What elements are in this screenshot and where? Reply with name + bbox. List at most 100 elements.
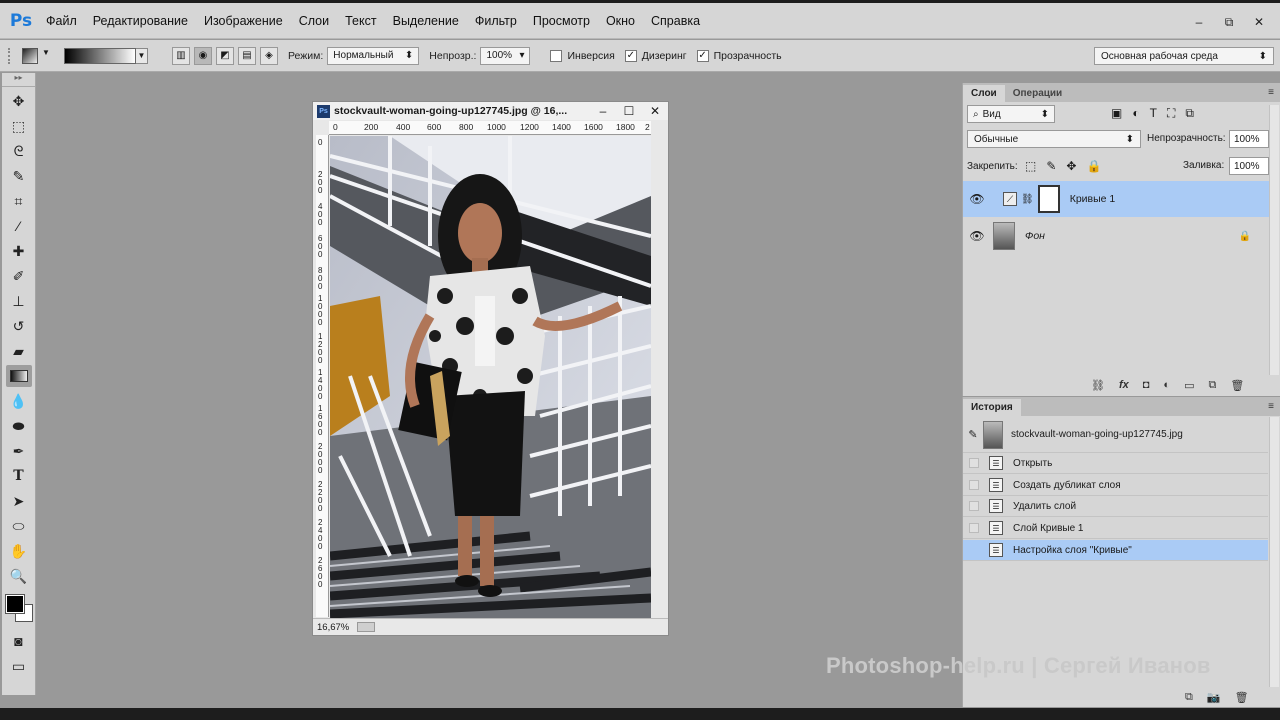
history-step[interactable]: ☰ Удалить слой <box>963 496 1268 517</box>
new-document-from-state-icon[interactable]: ⧉ <box>1185 691 1193 704</box>
color-swatches[interactable] <box>4 593 34 627</box>
history-brush-checkbox[interactable] <box>969 545 979 555</box>
shape-tool-icon[interactable]: ⬭ <box>6 515 32 537</box>
type-tool-icon[interactable]: T <box>6 465 32 487</box>
layer-opacity-input[interactable]: 100% <box>1229 130 1269 148</box>
close-button[interactable]: ✕ <box>1246 13 1272 31</box>
gradient-tool-icon[interactable] <box>5 365 32 387</box>
pen-tool-icon[interactable]: ✒ <box>6 440 32 462</box>
camera-icon[interactable]: 📷 <box>1207 691 1221 704</box>
tab-actions[interactable]: Операции <box>1005 85 1071 102</box>
gradient-dropdown-arrow[interactable]: ▼ <box>136 47 148 64</box>
link-layers-icon[interactable]: ⛓ <box>1091 379 1105 392</box>
blur-tool-icon[interactable]: 💧 <box>6 390 32 412</box>
menu-image[interactable]: Изображение <box>196 14 291 28</box>
quick-select-tool-icon[interactable]: ✎ <box>6 165 32 187</box>
menu-layers[interactable]: Слои <box>291 14 337 28</box>
stamp-tool-icon[interactable]: ⊥ <box>6 290 32 312</box>
history-step-selected[interactable]: ☰ Настройка слоя "Кривые" <box>963 540 1268 561</box>
quick-mask-icon[interactable]: ◙ <box>6 630 32 652</box>
mode-select[interactable]: Нормальный ⬍ <box>327 46 420 65</box>
history-brush-checkbox[interactable] <box>969 523 979 533</box>
lock-all-icon[interactable]: 🔒 <box>1086 159 1101 173</box>
zoom-tool-icon[interactable]: 🔍 <box>6 565 32 587</box>
zoom-level[interactable]: 16,67% <box>317 622 349 633</box>
shape-filter-icon[interactable]: ⛶ <box>1167 106 1175 121</box>
eye-icon[interactable]: 👁 <box>963 229 991 243</box>
dither-checkbox[interactable]: ✓ <box>624 49 637 62</box>
eyedropper-tool-icon[interactable]: ⁄ <box>6 215 32 237</box>
angle-gradient-icon[interactable]: ◩ <box>216 46 234 65</box>
panel-menu-icon[interactable]: ≡ <box>1268 401 1274 412</box>
history-snapshot[interactable]: ✎ stockvault-woman-going-up127745.jpg <box>963 417 1268 453</box>
history-brush-source-icon[interactable]: ✎ <box>963 428 983 441</box>
history-brush-checkbox[interactable] <box>969 480 979 490</box>
lock-pixels-icon[interactable]: ✎ <box>1046 159 1056 173</box>
layer-mask-thumbnail[interactable] <box>1037 185 1060 213</box>
status-info-button[interactable] <box>357 622 376 632</box>
history-step[interactable]: ☰ Открыть <box>963 453 1268 474</box>
healing-tool-icon[interactable]: ✚ <box>6 240 32 262</box>
eraser-tool-icon[interactable]: ▰ <box>6 340 32 362</box>
layer-name[interactable]: Кривые 1 <box>1070 193 1116 205</box>
adjustment-filter-icon[interactable]: ◐ <box>1132 106 1139 121</box>
dodge-tool-icon[interactable]: ⬬ <box>6 415 32 437</box>
hand-tool-icon[interactable]: ✋ <box>6 540 32 562</box>
doc-restore-button[interactable]: ☐ <box>616 104 642 118</box>
history-brush-checkbox[interactable] <box>969 501 979 511</box>
menu-filter[interactable]: Фильтр <box>467 14 525 28</box>
history-brush-checkbox[interactable] <box>969 458 979 468</box>
marquee-tool-icon[interactable]: ⬚ <box>6 115 32 137</box>
type-filter-icon[interactable]: T <box>1150 106 1157 121</box>
tab-history[interactable]: История <box>963 399 1021 416</box>
history-step[interactable]: ☰ Слой Кривые 1 <box>963 518 1268 539</box>
minimize-button[interactable]: – <box>1186 13 1212 31</box>
history-brush-tool-icon[interactable]: ↺ <box>6 315 32 337</box>
restore-button[interactable]: ⧉ <box>1216 13 1242 31</box>
layers-scrollbar[interactable] <box>1269 105 1279 375</box>
radial-gradient-icon[interactable]: ◉ <box>194 46 212 65</box>
menu-select[interactable]: Выделение <box>385 14 467 28</box>
foreground-color[interactable] <box>4 594 25 614</box>
opacity-input[interactable]: 100% ▾ <box>480 46 531 65</box>
layer-filter-select[interactable]: ⌕ Вид ⬍ <box>967 105 1055 123</box>
new-group-icon[interactable]: ▭ <box>1184 379 1194 392</box>
layer-name[interactable]: Фон <box>1025 230 1045 242</box>
crop-tool-icon[interactable]: ⌗ <box>6 190 32 212</box>
linear-gradient-icon[interactable]: ▥ <box>172 46 190 65</box>
layer-row-background[interactable]: 👁 Фон 🔒 <box>963 218 1279 254</box>
tab-layers[interactable]: Слои <box>963 85 1005 102</box>
trash-icon[interactable]: 🗑 <box>1230 379 1244 392</box>
gradient-preview[interactable] <box>64 47 136 64</box>
workspace-select[interactable]: Основная рабочая среда ⬍ <box>1094 47 1274 65</box>
lock-transparent-icon[interactable]: ⬚ <box>1025 159 1036 173</box>
fill-input[interactable]: 100% <box>1229 157 1269 175</box>
gradient-tool-preset-icon[interactable] <box>22 48 38 64</box>
move-tool-icon[interactable]: ✥ <box>6 90 32 112</box>
reflected-gradient-icon[interactable]: ▤ <box>238 46 256 65</box>
brush-tool-icon[interactable]: ✐ <box>6 265 32 287</box>
chain-link-icon[interactable]: ⛓ <box>1021 194 1034 205</box>
canvas-image[interactable] <box>330 136 651 618</box>
history-step[interactable]: ☰ Создать дубликат слоя <box>963 475 1268 496</box>
lasso-tool-icon[interactable]: ᘓ <box>6 140 32 162</box>
doc-minimize-button[interactable]: – <box>590 104 616 118</box>
fx-icon[interactable]: fx <box>1119 379 1129 392</box>
lock-position-icon[interactable]: ✥ <box>1066 159 1076 173</box>
menu-window[interactable]: Окно <box>598 14 643 28</box>
inverse-checkbox[interactable] <box>550 49 563 62</box>
panel-menu-icon[interactable]: ≡ <box>1268 87 1274 98</box>
path-select-tool-icon[interactable]: ➤ <box>6 490 32 512</box>
adjustment-layer-icon[interactable]: ◐ <box>1163 379 1170 392</box>
image-filter-icon[interactable]: ▣ <box>1111 106 1122 121</box>
document-titlebar[interactable]: Ps stockvault-woman-going-up127745.jpg @… <box>313 102 668 120</box>
eye-icon[interactable]: 👁 <box>963 192 991 206</box>
menu-edit[interactable]: Редактирование <box>85 14 196 28</box>
menu-file[interactable]: Файл <box>38 14 85 28</box>
blend-mode-select[interactable]: Обычные ⬍ <box>967 130 1141 148</box>
add-mask-icon[interactable]: ◘ <box>1143 379 1150 392</box>
history-scrollbar[interactable] <box>1269 417 1279 687</box>
smart-object-filter-icon[interactable]: ⧉ <box>1185 106 1194 121</box>
menu-type[interactable]: Текст <box>337 14 384 28</box>
new-layer-icon[interactable]: ⧉ <box>1208 379 1216 392</box>
